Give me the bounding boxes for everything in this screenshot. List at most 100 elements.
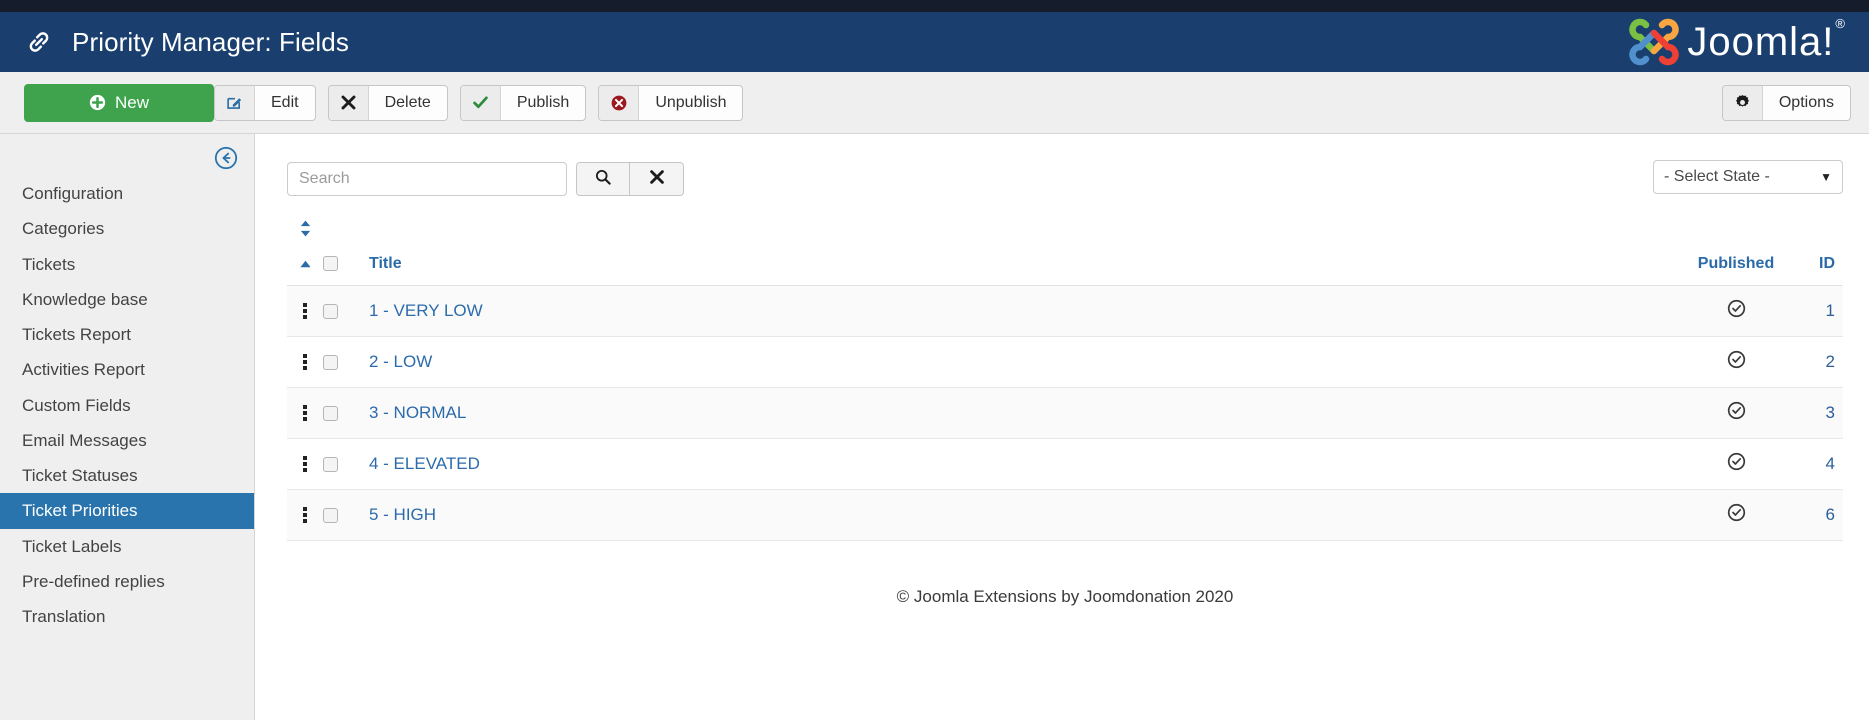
table-body: 1 - VERY LOW 1 2 - LOW 2 3 - NORMAL 3 4 … [287, 285, 1843, 541]
row-id-cell: 1 [1791, 285, 1843, 337]
row-select-cell [323, 336, 369, 388]
sidebar: Configuration Categories Tickets Knowled… [0, 134, 255, 720]
sidebar-item-configuration[interactable]: Configuration [0, 176, 254, 211]
joomla-logo: Joomla!® [1627, 15, 1845, 69]
drag-handle-icon[interactable] [287, 354, 323, 370]
row-drag-cell [287, 489, 323, 541]
row-checkbox[interactable] [323, 355, 338, 371]
row-select-cell [323, 285, 369, 337]
ordering-sort-controls [287, 220, 323, 273]
row-title-link[interactable]: 3 - NORMAL [369, 403, 466, 422]
row-checkbox[interactable] [323, 406, 338, 422]
search-input[interactable] [287, 162, 567, 196]
sidebar-collapse-row [0, 142, 254, 176]
arrow-circle-left-icon[interactable] [214, 146, 238, 170]
table-header-row: Title Published ID [287, 220, 1843, 286]
page-title: Priority Manager: Fields [72, 26, 349, 57]
row-id-cell: 4 [1791, 438, 1843, 490]
gear-icon [1722, 85, 1763, 120]
sort-arrows-icon[interactable] [299, 220, 312, 242]
drag-handle-icon[interactable] [287, 405, 323, 421]
sidebar-item-email-messages[interactable]: Email Messages [0, 423, 254, 458]
row-title-link[interactable]: 5 - HIGH [369, 505, 436, 524]
sidebar-item-tickets[interactable]: Tickets [0, 247, 254, 282]
row-title-cell: 1 - VERY LOW [369, 285, 1681, 337]
delete-button[interactable]: Delete [327, 84, 448, 121]
row-drag-cell [287, 387, 323, 439]
edit-button-label: Edit [271, 93, 299, 111]
select-all-column-header [323, 220, 369, 286]
ordering-column-header[interactable] [287, 220, 323, 286]
main-content: - Select State - ▼ [255, 134, 1869, 720]
row-title-link[interactable]: 2 - LOW [369, 352, 432, 371]
sidebar-item-tickets-report[interactable]: Tickets Report [0, 317, 254, 352]
sidebar-item-ticket-statuses[interactable]: Ticket Statuses [0, 458, 254, 493]
sidebar-item-ticket-priorities[interactable]: Ticket Priorities [0, 493, 254, 529]
select-all-checkbox[interactable] [323, 256, 338, 272]
joomla-wordmark: Joomla!® [1687, 16, 1845, 65]
sidebar-item-custom-fields[interactable]: Custom Fields [0, 388, 254, 423]
drag-handle-icon[interactable] [287, 456, 323, 472]
row-checkbox[interactable] [323, 508, 338, 524]
search-button-group [576, 162, 684, 196]
row-title-cell: 4 - ELEVATED [369, 438, 1681, 490]
select-state-dropdown[interactable]: - Select State - ▼ [1653, 160, 1843, 194]
row-title-cell: 5 - HIGH [369, 489, 1681, 541]
admin-menu-strip [0, 0, 1869, 12]
row-published-cell [1681, 387, 1791, 439]
row-published-cell [1681, 336, 1791, 388]
sidebar-item-translation[interactable]: Translation [0, 599, 254, 634]
row-select-cell [323, 438, 369, 490]
drag-handle-icon[interactable] [287, 303, 323, 319]
options-button[interactable]: Options [1721, 84, 1851, 121]
chain-link-icon [24, 27, 54, 57]
sidebar-item-categories[interactable]: Categories [0, 211, 254, 246]
row-id-cell: 2 [1791, 336, 1843, 388]
row-title-link[interactable]: 1 - VERY LOW [369, 301, 483, 320]
toolbar: New Edit Delete Publish Unpublish Option… [0, 72, 1869, 134]
table-row: 5 - HIGH 6 [287, 489, 1843, 541]
publish-button-label: Publish [516, 93, 570, 111]
table-row: 2 - LOW 2 [287, 336, 1843, 388]
registered-mark: ® [1835, 16, 1846, 32]
delete-button-label: Delete [384, 93, 431, 111]
circle-check-icon[interactable] [1727, 350, 1746, 373]
check-mark-icon [460, 85, 501, 120]
sidebar-item-pre-defined-replies[interactable]: Pre-defined replies [0, 564, 254, 599]
circle-check-icon[interactable] [1727, 401, 1746, 424]
table-row: 1 - VERY LOW 1 [287, 285, 1843, 337]
row-title-link[interactable]: 4 - ELEVATED [369, 454, 480, 473]
circle-check-icon[interactable] [1727, 452, 1746, 475]
row-drag-cell [287, 285, 323, 337]
sidebar-item-ticket-labels[interactable]: Ticket Labels [0, 529, 254, 564]
publish-button[interactable]: Publish [459, 84, 587, 121]
row-title-cell: 2 - LOW [369, 336, 1681, 388]
filter-bar: - Select State - ▼ [287, 160, 1843, 196]
sidebar-item-activities-report[interactable]: Activities Report [0, 352, 254, 387]
id-column-header[interactable]: ID [1791, 220, 1843, 286]
new-button[interactable]: New [24, 83, 214, 122]
search-clear-button[interactable] [630, 162, 684, 196]
chevron-down-icon: ▼ [1820, 170, 1832, 184]
circle-check-icon[interactable] [1727, 503, 1746, 526]
title-column-header[interactable]: Title [369, 220, 1681, 286]
sidebar-item-knowledge-base[interactable]: Knowledge base [0, 282, 254, 317]
row-checkbox[interactable] [323, 457, 338, 473]
row-drag-cell [287, 336, 323, 388]
sort-asc-icon[interactable] [299, 255, 312, 273]
row-checkbox[interactable] [323, 304, 338, 320]
edit-button[interactable]: Edit [214, 84, 316, 121]
unpublish-button-label: Unpublish [655, 93, 727, 111]
published-column-header[interactable]: Published [1681, 220, 1791, 286]
circle-check-icon[interactable] [1727, 299, 1746, 322]
magnifier-icon [594, 168, 612, 191]
unpublish-button[interactable]: Unpublish [598, 84, 744, 121]
row-select-cell [323, 387, 369, 439]
priorities-table: Title Published ID 1 - VERY LOW 1 2 - LO… [287, 220, 1843, 541]
search-submit-button[interactable] [576, 162, 630, 196]
new-button-label: New [114, 92, 149, 112]
table-row: 4 - ELEVATED 4 [287, 438, 1843, 490]
drag-handle-icon[interactable] [287, 507, 323, 523]
circle-x-icon [599, 85, 640, 120]
row-id-cell: 6 [1791, 489, 1843, 541]
